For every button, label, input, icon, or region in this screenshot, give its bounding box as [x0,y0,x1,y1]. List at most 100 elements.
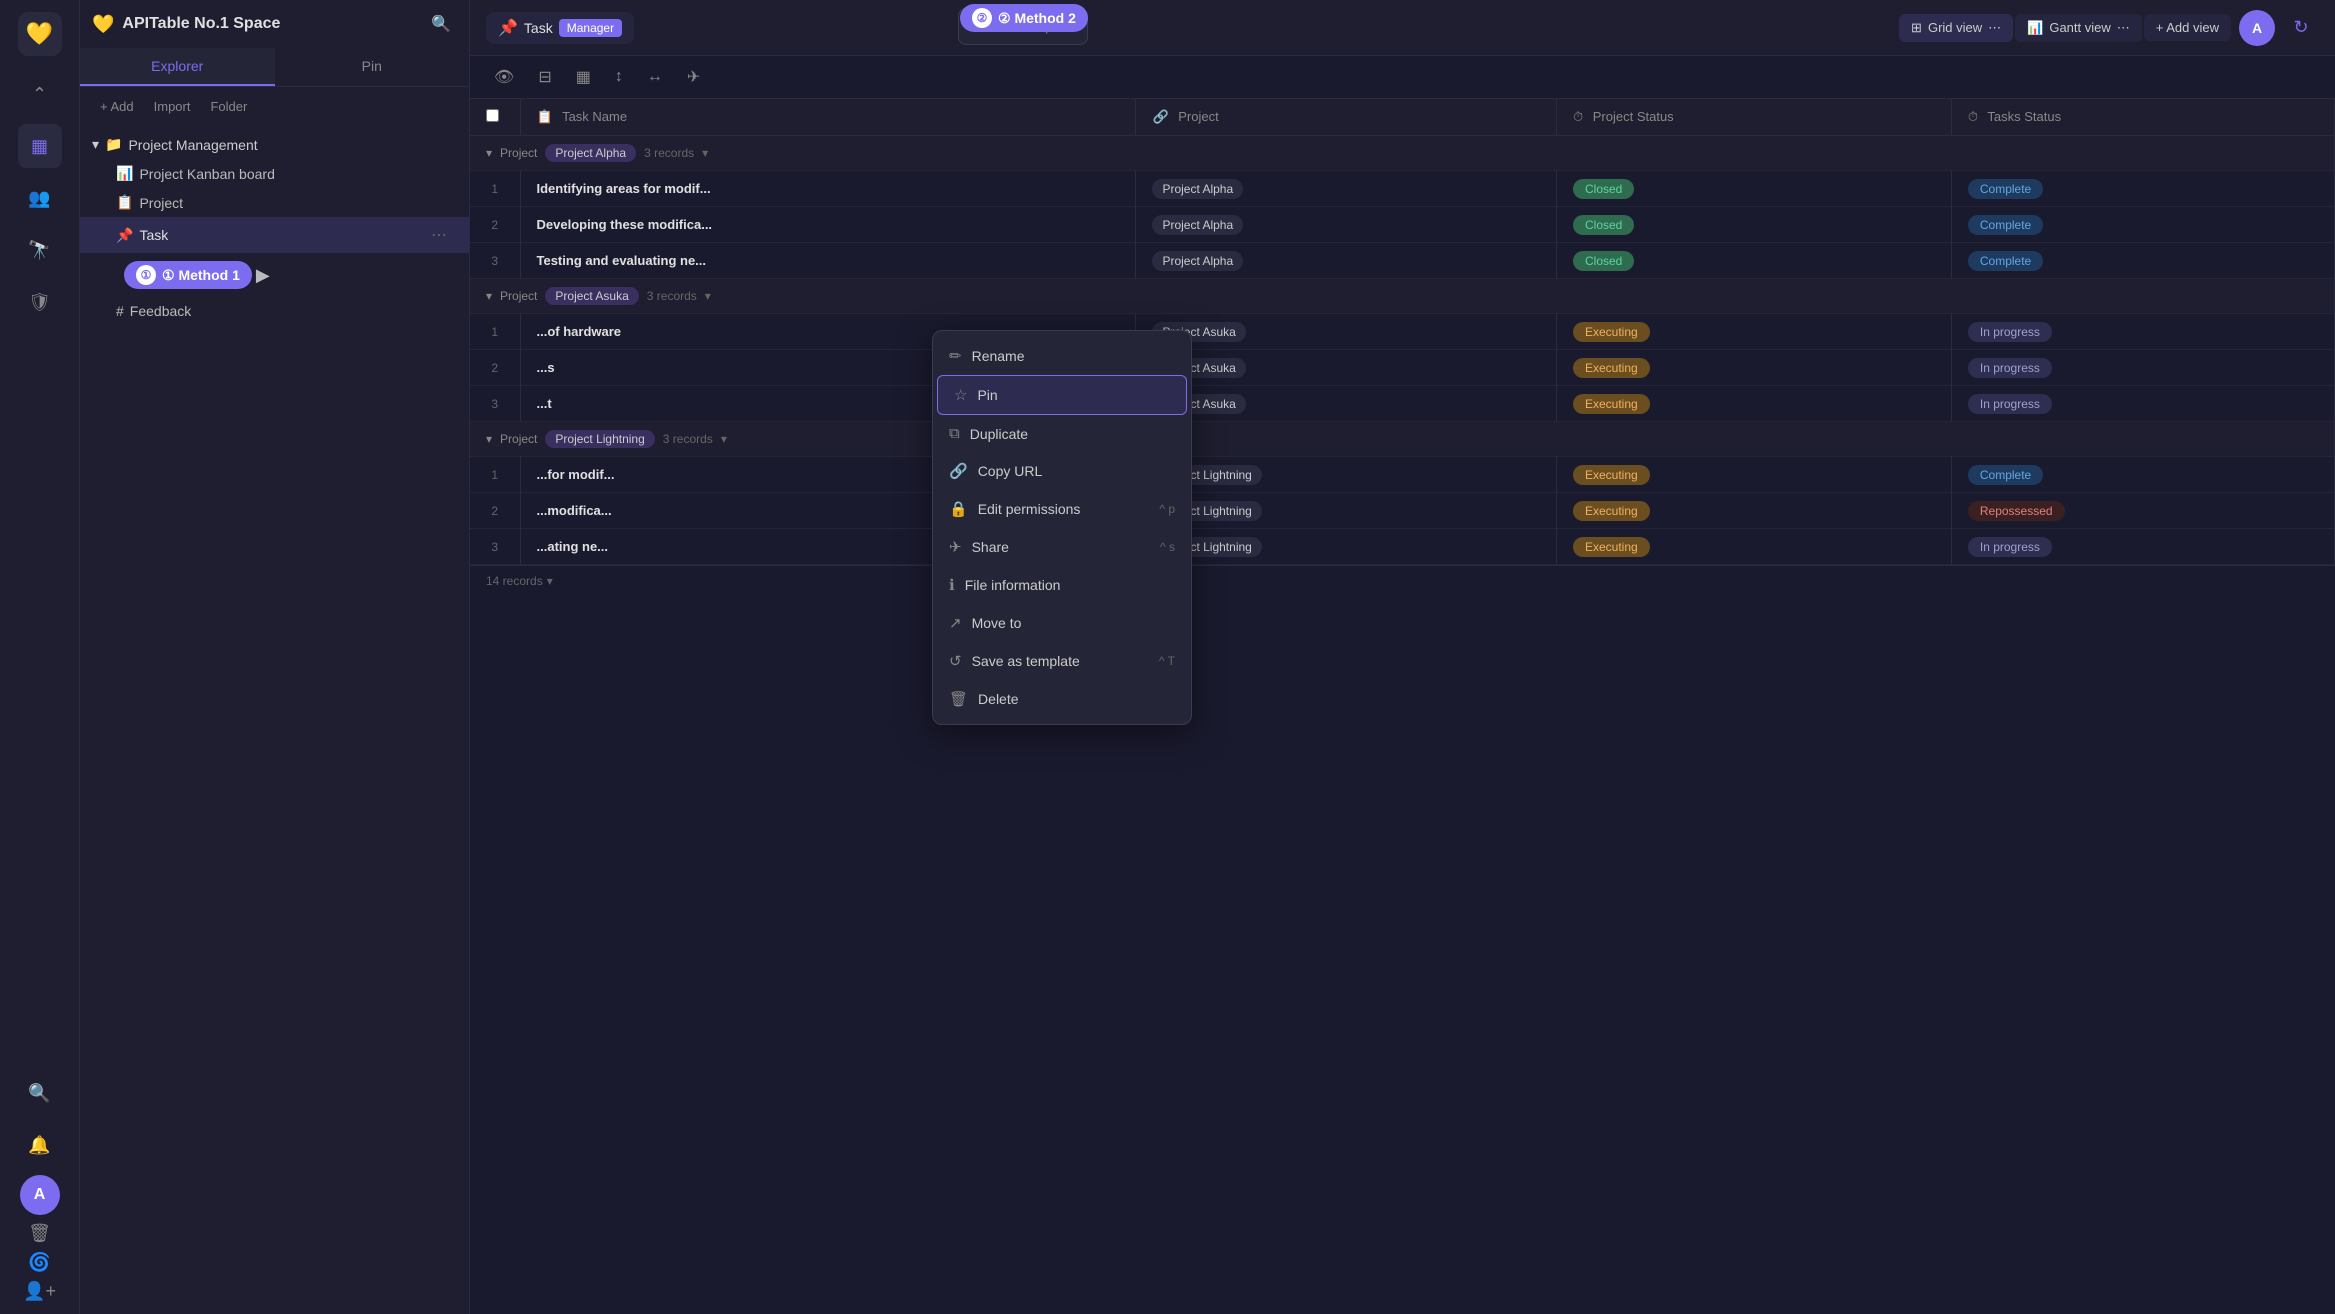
records-arrow-icon: ▾ [547,574,553,588]
cell-project[interactable]: Project Alpha [1136,207,1557,243]
sidebar-collapse-btn[interactable]: ⌃ [18,72,62,116]
menu-delete[interactable]: 🗑 Delete [933,680,1191,718]
add-view-btn[interactable]: + Add view [2144,14,2231,41]
sidebar-item-kanban[interactable]: 📊 Project Kanban board [80,159,469,188]
cell-proj-status[interactable]: Closed [1556,171,1951,207]
menu-duplicate[interactable]: ⧉ Duplicate [933,415,1191,452]
cell-proj-status[interactable]: Executing [1556,314,1951,350]
sidebar-item-feedback[interactable]: # Feedback [80,297,469,325]
left-sidebar: 💛 ⌃ ▦ 👥 🔭 🛡 🔍 🔔 A 🗑 🌀 👤+ [0,0,80,1314]
cell-project[interactable]: Project Alpha [1136,171,1557,207]
table-toolbar: 👁 ⊟ ▦ ↕ ↔ ✈ [470,56,2335,99]
cell-proj-status[interactable]: Executing [1556,529,1951,565]
th-checkbox[interactable] [470,99,520,136]
sidebar-bell-icon[interactable]: 🔔 [18,1123,62,1167]
row-num: 1 [470,171,520,207]
task-more-btn[interactable]: ⋯ [425,223,453,247]
sidebar-avatar[interactable]: A [20,1175,60,1215]
refresh-icon[interactable]: ↻ [2283,10,2319,46]
cell-task-status[interactable]: Complete [1951,207,2334,243]
sidebar-adduser-icon[interactable]: 👤+ [23,1281,56,1302]
sidebar-explore-icon[interactable]: 🔭 [18,228,62,272]
toolbar-sort-icon[interactable]: ↕ [607,63,631,91]
folder-action-btn[interactable]: Folder [202,95,255,118]
gantt-view-btn[interactable]: 📊 Gantt view ⋯ [2015,14,2142,42]
table-row[interactable]: 3 ...t Project Asuka Executing In progre… [470,386,2335,422]
cell-project[interactable]: Project Lightning [1136,493,1557,529]
toolbar-filter-icon[interactable]: ⊟ [530,62,559,92]
sidebar-search-icon[interactable]: 🔍 [18,1071,62,1115]
grid-view-more-icon[interactable]: ⋯ [1988,20,2001,36]
sidebar-orbit-icon[interactable]: 🌀 [28,1252,50,1273]
grid-view-btn[interactable]: ⊞ Grid view ⋯ [1899,14,2013,42]
cell-proj-status[interactable]: Closed [1556,207,1951,243]
cell-task-name[interactable]: Developing these modifica... [520,207,1136,243]
row-num: 1 [470,314,520,350]
tab-name-area[interactable]: 📌 Task Manager [486,12,634,44]
menu-move-to[interactable]: ↗ Move to [933,604,1191,642]
cell-proj-status[interactable]: Executing [1556,350,1951,386]
menu-pin[interactable]: ☆ Pin [937,375,1187,415]
table-row[interactable]: 2 ...s Project Asuka Executing In progre… [470,350,2335,386]
gantt-view-more-icon[interactable]: ⋯ [2117,20,2130,36]
menu-copy-url[interactable]: 🔗 Copy URL [933,452,1191,490]
space-search-btn[interactable]: 🔍 [425,8,457,40]
header-avatar[interactable]: A [2239,10,2275,46]
cell-task-name[interactable]: Identifying areas for modif... [520,171,1136,207]
th-task-status: ⏱ Tasks Status [1951,99,2334,136]
import-action-btn[interactable]: Import [146,95,199,118]
cell-project[interactable]: Project Asuka [1136,314,1557,350]
cell-project[interactable]: Project Asuka [1136,386,1557,422]
cell-proj-status[interactable]: Executing [1556,493,1951,529]
cell-task-status[interactable]: In progress [1951,529,2334,565]
project-icon: 📋 [116,194,133,211]
menu-rename[interactable]: ✏ Rename [933,337,1191,375]
cell-task-status[interactable]: Complete [1951,457,2334,493]
toolbar-eye-icon[interactable]: 👁 [486,62,522,92]
table-row[interactable]: 2 ...modifica... Project Lightning Execu… [470,493,2335,529]
sidebar-grid-icon[interactable]: ▦ [18,124,62,168]
cell-proj-status[interactable]: Executing [1556,386,1951,422]
app-logo[interactable]: 💛 [18,12,62,56]
sidebar-shield-icon[interactable]: 🛡 [18,280,62,324]
toolbar-share-icon[interactable]: ✈ [679,62,708,92]
toolbar-group-icon[interactable]: ▦ [568,62,599,92]
cell-task-status[interactable]: Repossessed [1951,493,2334,529]
cell-task-status[interactable]: In progress [1951,386,2334,422]
cell-task-name[interactable]: Testing and evaluating ne... [520,243,1136,279]
row-num: 1 [470,457,520,493]
menu-share[interactable]: ✈ Share ^ s [933,528,1191,566]
th-task-icon: 📋 [537,109,553,124]
cell-proj-status[interactable]: Executing [1556,457,1951,493]
menu-edit-permissions[interactable]: 🔒 Edit permissions ^ p [933,490,1191,528]
cell-task-status[interactable]: In progress [1951,350,2334,386]
cell-proj-status[interactable]: Closed [1556,243,1951,279]
cell-task-status[interactable]: Complete [1951,171,2334,207]
toolbar-rowheight-icon[interactable]: ↔ [639,63,671,91]
sidebar-trash-icon[interactable]: 🗑 [28,1223,51,1244]
table-row[interactable]: 1 Identifying areas for modif... Project… [470,171,2335,207]
table-row[interactable]: 2 Developing these modifica... Project A… [470,207,2335,243]
tree-parent-project-management[interactable]: ▾ 📁 Project Management [80,130,469,159]
sidebar-item-task[interactable]: 📌 Task ⋯ [80,217,469,253]
table-row[interactable]: 3 Testing and evaluating ne... Project A… [470,243,2335,279]
select-all-checkbox[interactable] [486,109,499,122]
cell-project[interactable]: Project Asuka [1136,350,1557,386]
sidebar-users-icon[interactable]: 👥 [18,176,62,220]
table-row[interactable]: 1 ...for modif... Project Lightning Exec… [470,457,2335,493]
table-row[interactable]: 1 ...of hardware Project Asuka Executing… [470,314,2335,350]
menu-file-info[interactable]: ℹ File information [933,566,1191,604]
cell-project[interactable]: Project Alpha [1136,243,1557,279]
menu-save-template[interactable]: ↺ Save as template ^ T [933,642,1191,680]
tab-explorer[interactable]: Explorer [80,48,275,86]
sidebar-item-project[interactable]: 📋 Project [80,188,469,217]
cell-task-status[interactable]: Complete [1951,243,2334,279]
method-arrow-icon: ▶ [256,265,270,286]
tab-pin[interactable]: Pin [275,48,470,86]
cell-task-status[interactable]: In progress [1951,314,2334,350]
table-row[interactable]: 3 ...ating ne... Project Lightning Execu… [470,529,2335,565]
cell-project[interactable]: Project Lightning [1136,457,1557,493]
cell-project[interactable]: Project Lightning [1136,529,1557,565]
add-action-btn[interactable]: + Add [92,95,142,118]
explorer-actions: + Add Import Folder [80,87,469,126]
